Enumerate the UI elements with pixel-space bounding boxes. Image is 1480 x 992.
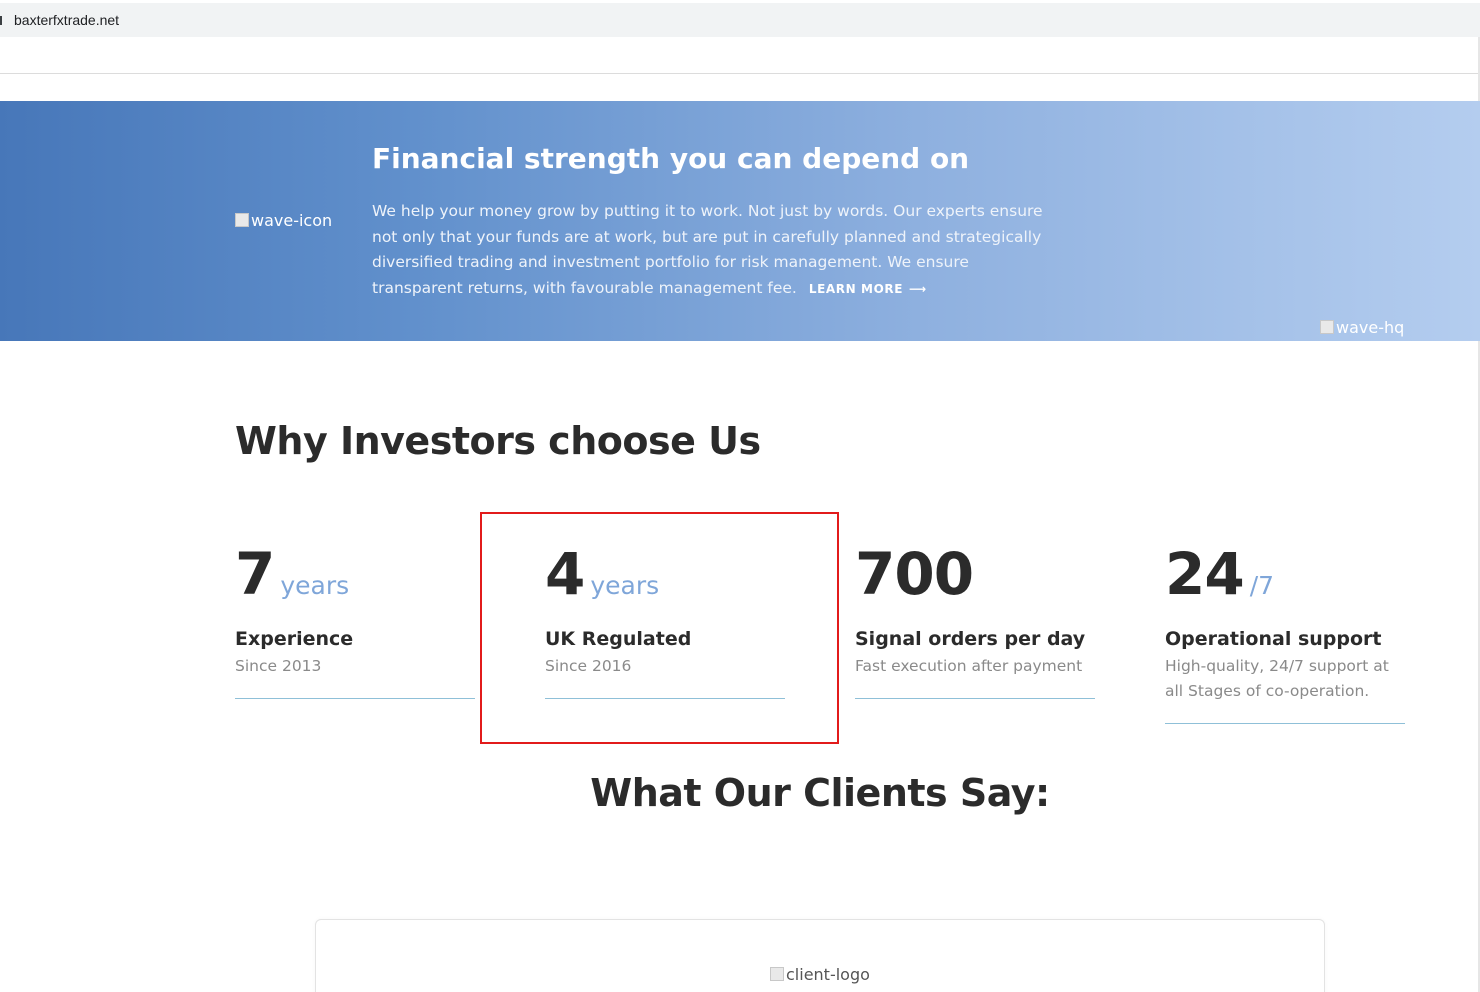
stat-experience: 7 years Experience Since 2013 [235, 540, 475, 699]
clients-title: What Our Clients Say: [590, 771, 1050, 815]
stat-unit: /7 [1249, 571, 1275, 600]
wave-icon-image: wave-icon [235, 211, 332, 230]
arrow-right-icon[interactable]: ⟶ [909, 282, 927, 296]
lock-icon[interactable] [0, 16, 2, 25]
stat-label: Signal orders per day [855, 628, 1086, 650]
stat-unit: years [280, 571, 350, 600]
wave-hq-image: wave-hq [1320, 318, 1404, 337]
client-logo-image: client-logo [770, 965, 870, 984]
learn-more-link[interactable]: LEARN MORE ⟶ [809, 277, 927, 303]
client-logo-alt: client-logo [786, 965, 870, 984]
highlight-annotation-box [480, 512, 839, 744]
address-bar[interactable]: baxterfxtrade.net [0, 3, 1480, 37]
broken-image-icon [1320, 320, 1334, 334]
stat-number-row: 7 years [235, 540, 475, 608]
stat-divider [1165, 723, 1405, 724]
stat-number: 24 [1165, 540, 1245, 608]
stat-operational-support: 24/7 Operational support High-quality, 2… [1165, 540, 1405, 724]
stat-number-row: 700 [855, 540, 1095, 608]
broken-image-icon [235, 213, 249, 227]
learn-more-label[interactable]: LEARN MORE [809, 282, 903, 296]
wave-hq-alt: wave-hq [1336, 318, 1405, 337]
stat-description: High-quality, 24/7 support at all Stages… [1165, 657, 1389, 700]
stat-description: Since 2013 [235, 657, 322, 675]
hero-description: We help your money grow by putting it to… [372, 199, 1052, 302]
url-text[interactable]: baxterfxtrade.net [14, 12, 119, 28]
stat-label: Operational support [1165, 628, 1382, 650]
stat-number-row: 24/7 [1165, 540, 1405, 608]
hero-description-text: We help your money grow by putting it to… [372, 202, 1043, 297]
stat-number: 700 [855, 540, 974, 608]
hero-title: Financial strength you can depend on [372, 142, 970, 175]
site-header [0, 37, 1480, 74]
stat-description: Fast execution after payment [855, 657, 1083, 675]
wave-icon-alt: wave-icon [251, 211, 333, 230]
stat-signal-orders: 700 Signal orders per day Fast execution… [855, 540, 1095, 699]
stat-divider [235, 698, 475, 699]
stat-number: 7 [235, 540, 275, 608]
stat-label: Experience [235, 628, 354, 650]
stat-divider [855, 698, 1095, 699]
broken-image-icon [770, 967, 784, 981]
why-investors-title: Why Investors choose Us [235, 419, 761, 463]
